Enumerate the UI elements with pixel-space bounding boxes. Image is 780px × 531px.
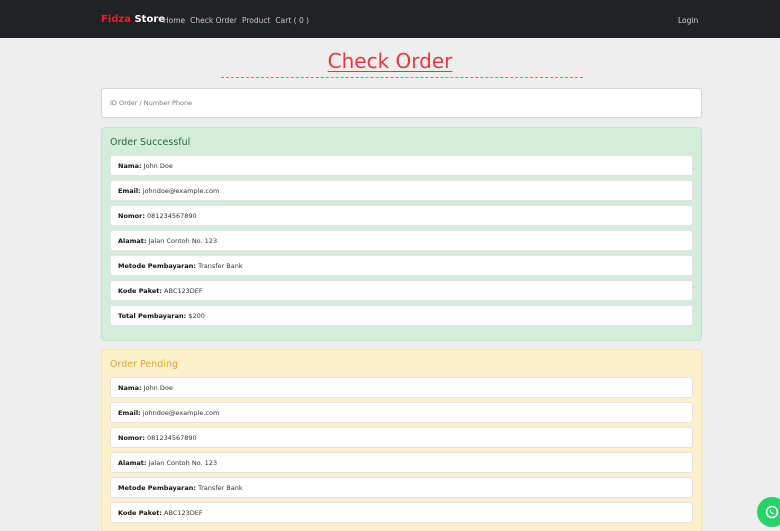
field-value: Transfer Bank [198, 484, 243, 492]
field-label: Kode Paket: [118, 509, 162, 517]
title-divider [221, 77, 583, 78]
nav-link-home[interactable]: Home [163, 16, 185, 25]
field-label: Kode Paket: [118, 287, 162, 295]
whatsapp-chat-button[interactable] [757, 497, 780, 527]
field-label: Metode Pembayaran: [118, 484, 196, 492]
nav-links: Home Check Order Product Cart ( 0 ) [163, 16, 309, 25]
order-field-row: Metode Pembayaran: Transfer Bank [110, 255, 693, 276]
field-value: John Doe [143, 384, 173, 392]
field-value: 081234567890 [147, 434, 197, 442]
order-field-row: Kode Paket: ABC123DEF [110, 502, 693, 523]
order-field-row: Alamat: Jalan Contoh No. 123 [110, 230, 693, 251]
field-value: johndoe@example.com [142, 409, 220, 417]
field-value: $200 [188, 312, 205, 320]
brand-name-part1: Fidza [101, 14, 131, 25]
order-field-row: Alamat: Jalan Contoh No. 123 [110, 452, 693, 473]
field-value: Jalan Contoh No. 123 [148, 459, 218, 467]
order-field-row: Email: johndoe@example.com [110, 180, 693, 201]
brand-logo[interactable]: Fidza Store [101, 14, 165, 25]
field-label: Nomor: [118, 212, 145, 220]
field-value: 081234567890 [147, 212, 197, 220]
order-card-pending: Order Pending Nama: John Doe Email: john… [101, 349, 702, 531]
field-label: Nomor: [118, 434, 145, 442]
brand-name-part2: Store [134, 14, 166, 25]
field-label: Nama: [118, 384, 142, 392]
search-input[interactable]: ID Order / Number Phone [101, 88, 702, 118]
login-link[interactable]: Login [678, 16, 698, 25]
navbar: Fidza Store Home Check Order Product Car… [0, 0, 780, 38]
nav-link-cart[interactable]: Cart ( 0 ) [275, 16, 309, 25]
order-status-title: Order Pending [110, 359, 178, 370]
page-title: Check Order [327, 49, 453, 73]
field-label: Nama: [118, 162, 142, 170]
field-value: ABC123DEF [164, 287, 203, 295]
order-field-row: Nomor: 081234567890 [110, 205, 693, 226]
order-field-row: Nama: John Doe [110, 377, 693, 398]
nav-link-check-order[interactable]: Check Order [190, 16, 237, 25]
whatsapp-icon [765, 505, 779, 519]
field-label: Email: [118, 187, 141, 195]
order-field-row: Metode Pembayaran: Transfer Bank [110, 477, 693, 498]
field-label: Total Pembayaran: [118, 312, 187, 320]
field-value: John Doe [143, 162, 173, 170]
field-value: johndoe@example.com [142, 187, 220, 195]
nav-link-product[interactable]: Product [242, 16, 270, 25]
order-field-row: Total Pembayaran: $200 [110, 305, 693, 326]
order-field-row: Nomor: 081234567890 [110, 427, 693, 448]
order-field-row: Kode Paket: ABC123DEF [110, 280, 693, 301]
field-value: Transfer Bank [198, 262, 243, 270]
field-label: Metode Pembayaran: [118, 262, 196, 270]
order-field-row: Nama: John Doe [110, 155, 693, 176]
field-label: Alamat: [118, 459, 147, 467]
field-value: Jalan Contoh No. 123 [148, 237, 218, 245]
order-status-title: Order Successful [110, 137, 191, 148]
order-field-row: Email: johndoe@example.com [110, 402, 693, 423]
field-label: Alamat: [118, 237, 147, 245]
order-card-successful: Order Successful Nama: John Doe Email: j… [101, 127, 702, 341]
field-value: ABC123DEF [164, 509, 203, 517]
field-label: Email: [118, 409, 141, 417]
